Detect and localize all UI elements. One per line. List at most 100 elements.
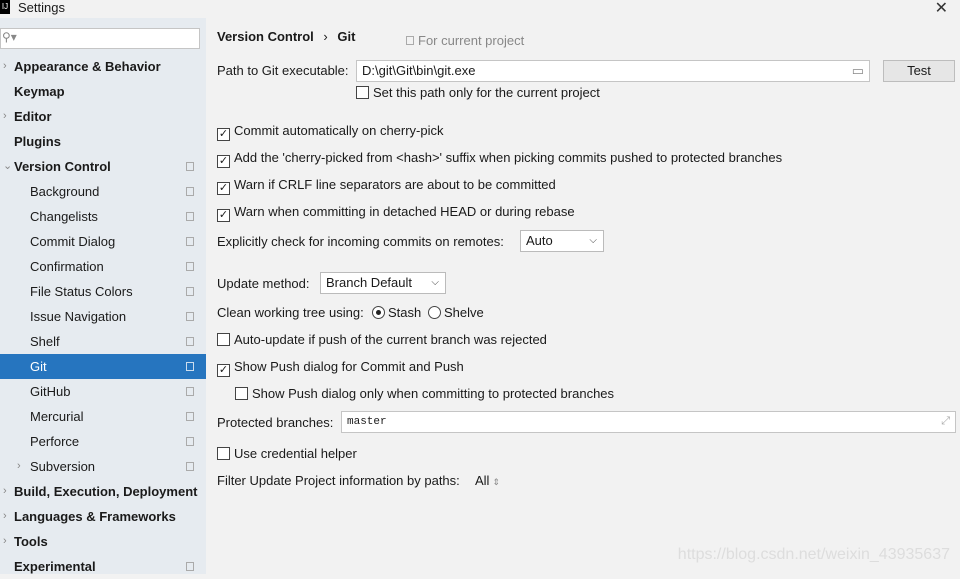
update-method-select[interactable]: Branch Default ⌵ <box>320 272 446 294</box>
clean-label: Clean working tree using: <box>217 305 364 320</box>
updown-icon: ⇕ <box>492 477 500 487</box>
protected-branches-input[interactable]: master ⤢ <box>341 411 956 433</box>
sidebar-item-file-status-colors[interactable]: File Status Colors <box>0 279 206 304</box>
sidebar-item-commit-dialog[interactable]: Commit Dialog <box>0 229 206 254</box>
sidebar-item-label: Git <box>30 359 47 374</box>
sidebar-item-label: GitHub <box>30 384 71 399</box>
chevron-right-icon[interactable]: › <box>3 529 7 554</box>
cherry-suffix-checkbox[interactable]: ✓ Add the 'cherry-picked from <hash>' suf… <box>217 150 782 168</box>
sidebar-item-label: Commit Dialog <box>30 234 116 249</box>
breadcrumb: Version Control › Git <box>217 29 355 44</box>
chevron-down-icon: ⌵ <box>431 277 439 288</box>
sidebar-item-label: File Status Colors <box>30 284 133 299</box>
project-scope-icon <box>186 387 194 396</box>
sidebar-item-git[interactable]: Git <box>0 354 206 379</box>
watermark: https://blog.csdn.net/weixin_43935637 <box>677 546 950 563</box>
sidebar-item-experimental[interactable]: Experimental <box>0 554 206 579</box>
project-scope-icon <box>186 287 194 296</box>
project-scope-icon <box>186 187 194 196</box>
show-push-checkbox[interactable]: ✓ Show Push dialog for Commit and Push <box>217 359 464 377</box>
search-input[interactable]: ⚲▾ <box>0 28 200 49</box>
update-method-label: Update method: <box>217 276 310 291</box>
breadcrumb-parent[interactable]: Version Control <box>217 29 314 44</box>
sidebar-item-subversion[interactable]: › Subversion <box>0 454 206 479</box>
sidebar-item-languages-frameworks[interactable]: › Languages & Frameworks <box>0 504 206 529</box>
sidebar-item-label: Shelf <box>30 334 60 349</box>
sidebar-item-label: Editor <box>14 109 52 124</box>
credential-helper-checkbox[interactable]: Use credential helper <box>217 446 357 461</box>
sidebar-item-label: Languages & Frameworks <box>14 509 176 524</box>
sidebar-item-version-control[interactable]: ⌄ Version Control <box>0 154 206 179</box>
sidebar-item-label: Tools <box>14 534 48 549</box>
filter-select[interactable]: All ⇕ <box>475 473 500 488</box>
project-scope-icon <box>186 162 194 171</box>
chevron-down-icon[interactable]: ⌄ <box>3 154 12 179</box>
sidebar-item-editor[interactable]: › Editor <box>0 104 206 129</box>
expand-icon[interactable]: ⤢ <box>941 412 950 432</box>
project-scope-icon <box>186 212 194 221</box>
sidebar-item-plugins[interactable]: Plugins <box>0 129 206 154</box>
sidebar-item-label: Confirmation <box>30 259 104 274</box>
sidebar-item-mercurial[interactable]: Mercurial <box>0 404 206 429</box>
sidebar-item-label: Build, Execution, Deployment <box>14 484 198 499</box>
sidebar-item-shelf[interactable]: Shelf <box>0 329 206 354</box>
crlf-checkbox[interactable]: ✓ Warn if CRLF line separators are about … <box>217 177 556 195</box>
sidebar-item-keymap[interactable]: Keymap <box>0 79 206 104</box>
shelve-radio[interactable]: Shelve <box>428 305 484 320</box>
project-scope-icon <box>186 562 194 571</box>
close-icon[interactable]: ✕ <box>935 0 948 18</box>
sidebar-item-changelists[interactable]: Changelists <box>0 204 206 229</box>
incoming-label: Explicitly check for incoming commits on… <box>217 234 504 249</box>
test-button[interactable]: Test <box>883 60 955 82</box>
project-scope-icon <box>186 262 194 271</box>
project-scope-icon <box>186 412 194 421</box>
copy-icon <box>406 36 414 45</box>
app-icon: IJ <box>0 0 10 14</box>
scope-label: For current project <box>406 33 524 48</box>
sidebar-item-label: Experimental <box>14 559 96 574</box>
sidebar-item-perforce[interactable]: Perforce <box>0 429 206 454</box>
project-scope-icon <box>186 362 194 371</box>
sidebar: ⚲▾ › Appearance & Behavior Keymap › Editor Pl… <box>0 18 206 574</box>
folder-icon[interactable]: ▭ <box>852 61 864 81</box>
sidebar-item-label: Issue Navigation <box>30 309 127 324</box>
sidebar-item-background[interactable]: Background <box>0 179 206 204</box>
project-scope-icon <box>186 237 194 246</box>
sidebar-item-confirmation[interactable]: Confirmation <box>0 254 206 279</box>
chevron-right-icon[interactable]: › <box>3 54 7 79</box>
title-bar: IJ Settings ✕ <box>0 0 960 18</box>
path-label: Path to Git executable: <box>217 63 349 78</box>
detached-head-checkbox[interactable]: ✓ Warn when committing in detached HEAD o… <box>217 204 575 222</box>
sidebar-item-issue-navigation[interactable]: Issue Navigation <box>0 304 206 329</box>
chevron-right-icon[interactable]: › <box>17 454 21 479</box>
project-scope-icon <box>186 337 194 346</box>
search-icon: ⚲▾ <box>2 30 17 44</box>
path-project-only-checkbox[interactable]: Set this path only for the current proje… <box>356 85 600 100</box>
show-push-protected-checkbox[interactable]: Show Push dialog only when committing to… <box>235 386 614 401</box>
sidebar-item-label: Background <box>30 184 100 199</box>
sidebar-item-label: Keymap <box>14 84 65 99</box>
chevron-right-icon[interactable]: › <box>3 479 7 504</box>
project-scope-icon <box>186 312 194 321</box>
sidebar-item-github[interactable]: GitHub <box>0 379 206 404</box>
breadcrumb-current: Git <box>337 29 356 44</box>
chevron-right-icon[interactable]: › <box>3 504 7 529</box>
chevron-down-icon: ⌵ <box>589 235 597 246</box>
auto-update-checkbox[interactable]: Auto-update if push of the current branc… <box>217 332 547 347</box>
chevron-right-icon[interactable]: › <box>3 104 7 129</box>
project-scope-icon <box>186 437 194 446</box>
window-title: Settings <box>18 0 65 15</box>
sidebar-item-label: Plugins <box>14 134 61 149</box>
filter-label: Filter Update Project information by pat… <box>217 473 460 488</box>
breadcrumb-sep: › <box>323 29 328 44</box>
incoming-select[interactable]: Auto ⌵ <box>520 230 604 252</box>
sidebar-item-label: Mercurial <box>30 409 84 424</box>
stash-radio[interactable]: Stash <box>372 305 421 320</box>
sidebar-item-appearance-behavior[interactable]: › Appearance & Behavior <box>0 54 206 79</box>
sidebar-item-build-execution-deployment[interactable]: › Build, Execution, Deployment <box>0 479 206 504</box>
protected-branches-label: Protected branches: <box>217 415 334 430</box>
sidebar-item-label: Subversion <box>30 459 96 474</box>
sidebar-item-tools[interactable]: › Tools <box>0 529 206 554</box>
cherry-pick-checkbox[interactable]: ✓ Commit automatically on cherry-pick <box>217 123 444 141</box>
git-path-input[interactable]: D:\git\Git\bin\git.exe ▭ <box>356 60 870 82</box>
